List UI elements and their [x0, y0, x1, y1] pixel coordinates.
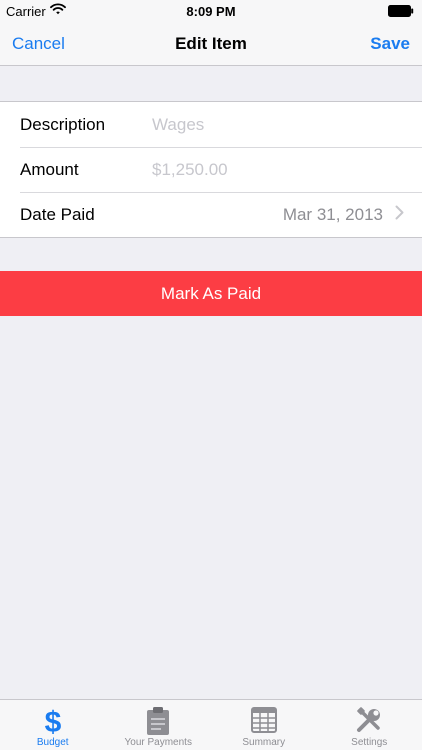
tab-your-payments[interactable]: Your Payments [106, 700, 212, 750]
date-paid-label: Date Paid [20, 205, 95, 224]
mark-as-paid-label: Mark As Paid [160, 283, 262, 303]
save-button[interactable]: Save [370, 34, 410, 54]
tab-your-payments-label: Your Payments [124, 737, 192, 748]
dollar-icon: $ [38, 706, 68, 741]
tab-budget-label: Budget [36, 737, 69, 748]
tab-settings-label: Settings [351, 737, 388, 748]
navigation-bar: Cancel Edit Item Save [0, 22, 422, 66]
amount-field[interactable] [152, 158, 402, 182]
mark-as-paid-button[interactable]: Mark As Paid [0, 271, 422, 316]
svg-text:$: $ [44, 706, 61, 736]
chevron-right-icon [395, 205, 404, 225]
page-title: Edit Item [175, 34, 247, 53]
tab-budget[interactable]: $ Budget [0, 700, 106, 750]
tab-summary-label: Summary [242, 737, 286, 748]
tab-summary[interactable]: Summary [211, 700, 317, 750]
battery-icon [388, 5, 414, 20]
clipboard-icon [144, 706, 172, 741]
amount-label: Amount [20, 160, 79, 179]
date-paid-row[interactable]: Date Paid Mar 31, 2013 [0, 192, 422, 237]
date-paid-value: Mar 31, 2013 [282, 205, 383, 224]
amount-row: Amount [0, 147, 422, 192]
description-row: Description [0, 102, 422, 147]
edit-item-form: Description Amount Date Paid Mar 31, 201… [0, 101, 422, 238]
status-bar: Carrier 8:09 PM [0, 0, 422, 22]
table-icon [250, 706, 278, 739]
tab-bar: $ Budget Your Payments Summary Settings [0, 699, 422, 750]
description-field[interactable] [152, 113, 402, 137]
tab-settings[interactable]: Settings [317, 700, 422, 750]
description-label: Description [20, 115, 106, 134]
clock-label: 8:09 PM [186, 4, 236, 19]
wrench-screwdriver-icon [355, 706, 383, 739]
